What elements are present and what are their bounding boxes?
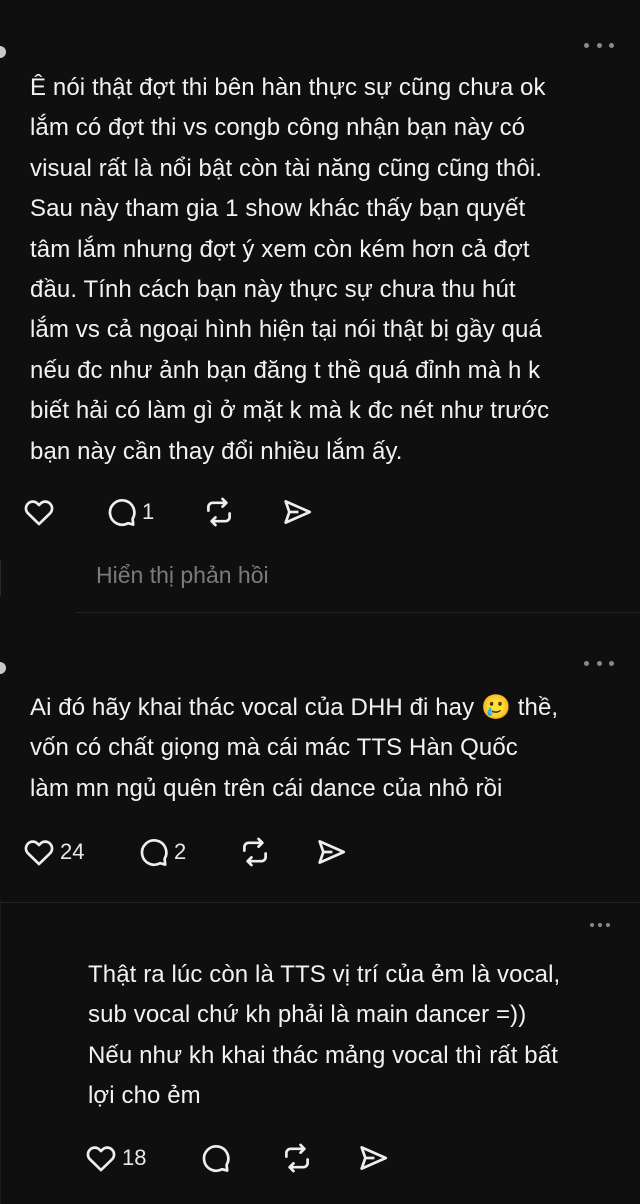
heart-icon: [24, 500, 54, 526]
heart-icon: [86, 1146, 116, 1172]
share-button[interactable]: [314, 832, 348, 872]
comment-icon: [202, 1145, 230, 1173]
comment-icon: [108, 499, 136, 527]
reply-count: 1: [142, 499, 155, 524]
like-button[interactable]: 24: [22, 832, 84, 872]
post-actions: 24 2: [22, 832, 362, 872]
more-icon[interactable]: [584, 656, 614, 670]
post-1: Ê nói thật đợt thi bên hàn thực sự cũng …: [0, 0, 640, 620]
post-text: Thật ra lúc còn là TTS vị trí của ẻm là …: [88, 961, 561, 1110]
share-icon: [318, 840, 346, 864]
avatar[interactable]: [0, 662, 6, 674]
more-icon[interactable]: [584, 38, 614, 52]
divider: [76, 612, 640, 613]
more-icon[interactable]: [590, 918, 610, 932]
reply-button[interactable]: 2: [136, 832, 186, 872]
post-actions: 1: [22, 492, 342, 532]
share-icon: [360, 1146, 388, 1170]
thread-line: [0, 560, 1, 596]
repost-icon: [243, 837, 267, 867]
post-actions: 18: [84, 1138, 404, 1178]
reply-count: 2: [174, 839, 187, 864]
like-count: 18: [122, 1145, 147, 1170]
post-text: Ai đó hãy khai thác vocal của DHH đi hay…: [30, 694, 559, 802]
like-button[interactable]: [22, 492, 60, 532]
post-2: Ai đó hãy khai thác vocal của DHH đi hay…: [0, 620, 640, 920]
reply-button[interactable]: [198, 1138, 236, 1178]
share-button[interactable]: [356, 1138, 390, 1178]
heart-icon: [24, 840, 54, 866]
reply-button[interactable]: 1: [104, 492, 154, 532]
repost-button[interactable]: [238, 832, 272, 872]
repost-icon: [207, 497, 231, 527]
like-button[interactable]: 18: [84, 1138, 146, 1178]
share-button[interactable]: [280, 492, 314, 532]
repost-button[interactable]: [280, 1138, 314, 1178]
thread-line: [0, 900, 1, 1204]
repost-button[interactable]: [202, 492, 236, 532]
post-3-reply: Thật ra lúc còn là TTS vị trí của ẻm là …: [0, 900, 640, 1204]
repost-icon: [285, 1143, 309, 1173]
comment-icon: [140, 839, 168, 867]
like-count: 24: [60, 839, 85, 864]
show-replies-link[interactable]: Hiển thị phản hồi: [96, 562, 269, 589]
share-icon: [284, 500, 312, 524]
post-text: Ê nói thật đợt thi bên hàn thực sự cũng …: [30, 74, 550, 465]
avatar[interactable]: [0, 46, 6, 58]
